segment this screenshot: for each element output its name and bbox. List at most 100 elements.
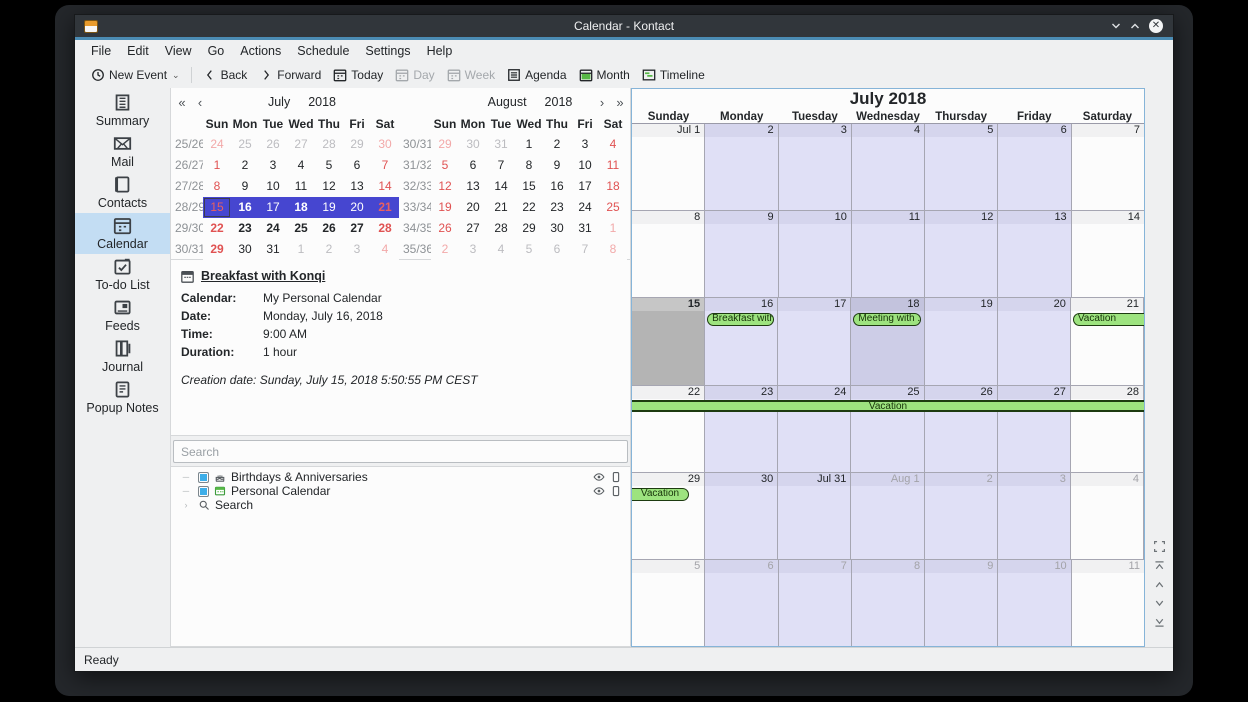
event-pill[interactable]: Meeting with ....	[853, 313, 920, 326]
minical-day[interactable]: 13	[343, 176, 371, 197]
day-cell-jul-1[interactable]: Jul 1	[632, 124, 705, 210]
minical-day[interactable]: 15	[515, 176, 543, 197]
minical-day[interactable]: 3	[571, 134, 599, 155]
day-cell-7[interactable]: 7	[1072, 124, 1144, 210]
minical-day[interactable]: 4	[599, 134, 627, 155]
minical-day[interactable]: 16	[231, 197, 259, 218]
close-icon[interactable]: ✕	[1149, 19, 1163, 33]
timeline-button[interactable]: Timeline	[636, 65, 711, 85]
menu-actions[interactable]: Actions	[232, 42, 289, 60]
day-cell-2[interactable]: 2	[705, 124, 778, 210]
minical-day[interactable]: 15	[203, 197, 231, 218]
minical-day[interactable]: 6	[459, 155, 487, 176]
minical-day[interactable]: 4	[371, 239, 399, 260]
minical-day[interactable]: 2	[543, 134, 571, 155]
minical-day[interactable]: 25	[287, 218, 315, 239]
minical-month[interactable]: August	[479, 95, 536, 109]
minical-day[interactable]: 6	[343, 155, 371, 176]
agenda-button[interactable]: Agenda	[501, 65, 572, 85]
event-pill[interactable]: Vacation	[1073, 313, 1144, 326]
day-cell-9[interactable]: 9	[925, 560, 998, 646]
menu-schedule[interactable]: Schedule	[289, 42, 357, 60]
day-cell-3[interactable]: 3	[779, 124, 852, 210]
day-cell-30[interactable]: 30	[705, 473, 778, 559]
day-cell-29[interactable]: 29	[632, 473, 705, 559]
minical-day[interactable]: 11	[287, 176, 315, 197]
day-cell-10[interactable]: 10	[998, 560, 1071, 646]
sidebar-item-todo[interactable]: To-do List	[75, 254, 170, 295]
minical-day[interactable]: 2	[315, 239, 343, 260]
day-cell-24[interactable]: 24	[778, 386, 851, 472]
minical-day[interactable]: 30	[231, 239, 259, 260]
minical-day[interactable]: 29	[203, 239, 231, 260]
minical-day[interactable]: 2	[231, 155, 259, 176]
day-cell-3[interactable]: 3	[998, 473, 1071, 559]
day-cell-9[interactable]: 9	[705, 211, 778, 297]
minical-day[interactable]: 3	[259, 155, 287, 176]
minical-day[interactable]: 4	[487, 239, 515, 260]
minical-day[interactable]: 25	[599, 197, 627, 218]
menu-settings[interactable]: Settings	[357, 42, 418, 60]
minical-year[interactable]: 2018	[299, 95, 345, 109]
day-cell-27[interactable]: 27	[998, 386, 1071, 472]
minical-day[interactable]: 20	[343, 197, 371, 218]
minical-day[interactable]: 2	[431, 239, 459, 260]
minical-day[interactable]: 20	[459, 197, 487, 218]
minical-day[interactable]: 6	[543, 239, 571, 260]
day-cell-20[interactable]: 20	[998, 298, 1071, 384]
minical-day[interactable]: 5	[315, 155, 343, 176]
minical-day[interactable]: 1	[515, 134, 543, 155]
minical-day[interactable]: 11	[599, 155, 627, 176]
minical-day[interactable]: 21	[371, 197, 399, 218]
day-cell-28[interactable]: 28	[1071, 386, 1144, 472]
minical-day[interactable]: 12	[431, 176, 459, 197]
calendar-list-item[interactable]: ›Search	[171, 498, 630, 512]
day-cell-4[interactable]: 4	[852, 124, 925, 210]
event-pill[interactable]: Vacation	[632, 488, 689, 501]
month-button[interactable]: Month	[573, 65, 636, 85]
day-cell-10[interactable]: 10	[779, 211, 852, 297]
day-cell-11[interactable]: 11	[1072, 560, 1144, 646]
minical-day[interactable]: 1	[203, 155, 231, 176]
day-cell-22[interactable]: 22	[632, 386, 705, 472]
minical-day[interactable]: 16	[543, 176, 571, 197]
minical-day[interactable]: 24	[571, 197, 599, 218]
minical-day[interactable]: 7	[571, 239, 599, 260]
sidebar-item-journal[interactable]: Journal	[75, 336, 170, 377]
minical-day[interactable]: 7	[487, 155, 515, 176]
minical-day[interactable]: 26	[315, 218, 343, 239]
minical-day[interactable]: 29	[515, 218, 543, 239]
day-cell-14[interactable]: 14	[1072, 211, 1144, 297]
menu-help[interactable]: Help	[419, 42, 461, 60]
search-input[interactable]	[173, 440, 628, 463]
minical-day[interactable]: 30	[459, 134, 487, 155]
eye-icon[interactable]	[593, 471, 605, 483]
menu-go[interactable]: Go	[200, 42, 233, 60]
minical-day[interactable]: 3	[343, 239, 371, 260]
day-cell-23[interactable]: 23	[705, 386, 778, 472]
minical-day[interactable]: 9	[543, 155, 571, 176]
day-cell-8[interactable]: 8	[632, 211, 705, 297]
minical-day[interactable]: 18	[599, 176, 627, 197]
minical-day[interactable]: 3	[459, 239, 487, 260]
minical-day[interactable]: 24	[203, 134, 231, 155]
minical-day[interactable]: 21	[487, 197, 515, 218]
minical-day[interactable]: 14	[487, 176, 515, 197]
new-event-button[interactable]: New Event⌄	[85, 65, 186, 85]
menu-view[interactable]: View	[157, 42, 200, 60]
menu-edit[interactable]: Edit	[119, 42, 157, 60]
minical-day[interactable]: 8	[599, 239, 627, 260]
scroll-up-icon[interactable]	[1153, 578, 1166, 591]
titlebar[interactable]: Calendar - Kontact ✕	[75, 15, 1173, 37]
minical-day[interactable]: 29	[343, 134, 371, 155]
scroll-down-icon[interactable]	[1153, 597, 1166, 610]
day-cell-25[interactable]: 25	[851, 386, 924, 472]
event-title-link[interactable]: Breakfast with Konqi	[201, 269, 325, 283]
prev-year-button[interactable]: «	[173, 95, 191, 110]
day-cell-26[interactable]: 26	[925, 386, 998, 472]
minical-day[interactable]: 19	[431, 197, 459, 218]
minimize-icon[interactable]	[1111, 21, 1121, 31]
day-cell-4[interactable]: 4	[1071, 473, 1144, 559]
minical-day[interactable]: 31	[259, 239, 287, 260]
day-cell-19[interactable]: 19	[925, 298, 998, 384]
